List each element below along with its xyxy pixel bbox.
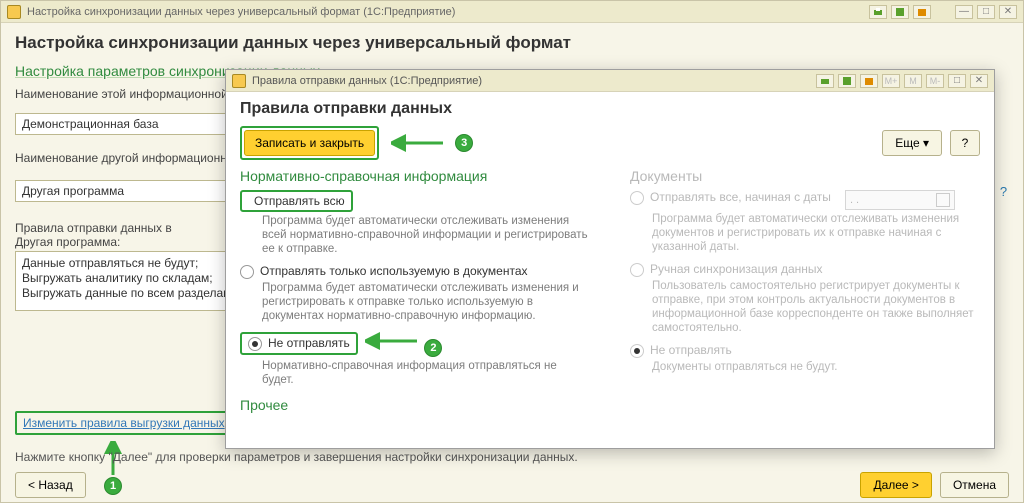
opt-manual: Ручная синхронизация данных	[630, 262, 980, 277]
opt-not-send-label: Не отправлять	[268, 336, 350, 350]
next-button[interactable]: Далее >	[860, 472, 932, 498]
radio-send-used[interactable]	[240, 265, 254, 279]
footer: Нажмите кнопку "Далее" для проверки пара…	[1, 444, 1023, 502]
modal-window-title: Правила отправки данных (1С:Предприятие)	[252, 75, 482, 87]
opt-docs-not-send: Не отправлять	[630, 343, 980, 358]
modal-titlebar: Правила отправки данных (1С:Предприятие)…	[226, 70, 994, 92]
minimize-button[interactable]: —	[955, 5, 973, 19]
annotation-arrow-3	[391, 133, 447, 153]
opt-send-all-highlight: Отправлять всю	[240, 190, 353, 212]
desc-docs-not-send: Документы отправляться не будут.	[652, 360, 980, 374]
annotation-arrow-2	[365, 331, 421, 351]
maximize-button[interactable]: □	[977, 5, 995, 19]
opt-manual-label: Ручная синхронизация данных	[650, 262, 823, 276]
radio-not-send[interactable]	[248, 337, 262, 351]
calendar-icon[interactable]	[913, 5, 931, 19]
radio-manual	[630, 263, 644, 277]
desc-from-date: Программа будет автоматически отслеживат…	[652, 212, 980, 254]
nsi-heading: Нормативно-справочная информация	[240, 168, 590, 184]
modal-print-icon[interactable]	[816, 74, 834, 88]
opt-docs-not-send-label: Не отправлять	[650, 343, 732, 357]
more-button-label: Еще	[895, 136, 919, 150]
date-input: . .	[845, 190, 955, 210]
main-titlebar: Настройка синхронизации данных через уни…	[1, 1, 1023, 23]
radio-docs-not-send	[630, 344, 644, 358]
right-col: Документы Отправлять все, начиная с даты…	[630, 168, 980, 413]
modal-calendar-icon[interactable]	[860, 74, 878, 88]
desc-send-all: Программа будет автоматически отслеживат…	[262, 214, 590, 256]
docs-heading: Документы	[630, 168, 980, 184]
date-placeholder: . .	[850, 194, 859, 206]
desc-send-used: Программа будет автоматически отслеживат…	[262, 281, 590, 323]
desc-not-send: Нормативно-справочная информация отправл…	[262, 359, 590, 387]
opt-from-date-label: Отправлять все, начиная с даты	[650, 190, 831, 204]
opt-not-send-highlight: Не отправлять	[240, 332, 358, 355]
page-title: Настройка синхронизации данных через уни…	[15, 33, 1009, 53]
footer-hint: Нажмите кнопку "Далее" для проверки пара…	[15, 450, 1009, 464]
modal-body: Правила отправки данных Записать и закры…	[226, 92, 994, 421]
m-m-icon[interactable]: M	[904, 74, 922, 88]
calendar-picker-icon	[936, 193, 950, 207]
change-rules-link-text: Изменить правила выгрузки данных	[23, 416, 225, 430]
more-button[interactable]: Еще ▾	[882, 130, 942, 156]
desc-manual: Пользователь самостоятельно регистрирует…	[652, 279, 980, 335]
back-button[interactable]: < Назад	[15, 472, 86, 498]
opt-send-used[interactable]: Отправлять только используемую в докумен…	[240, 264, 590, 279]
main-window-title: Настройка синхронизации данных через уни…	[27, 6, 455, 18]
radio-from-date	[630, 191, 644, 205]
app-icon	[7, 5, 21, 19]
print-icon[interactable]	[869, 5, 887, 19]
modal-title: Правила отправки данных	[240, 100, 980, 118]
modal-calc-icon[interactable]	[838, 74, 856, 88]
titlebar-controls: — □ ✕	[869, 5, 1017, 19]
annotation-badge-2: 2	[424, 339, 442, 357]
other-heading: Прочее	[240, 397, 590, 413]
save-button-highlight: Записать и закрыть	[240, 126, 379, 160]
modal-close-button[interactable]: ✕	[970, 74, 988, 88]
m-plus-icon[interactable]: M+	[882, 74, 900, 88]
m-minus-icon[interactable]: M-	[926, 74, 944, 88]
app-window: Настройка синхронизации данных через уни…	[0, 0, 1024, 503]
opt-send-used-label: Отправлять только используемую в докумен…	[260, 264, 528, 278]
change-rules-link[interactable]: Изменить правила выгрузки данных	[15, 411, 233, 435]
help-icon[interactable]: ?	[1000, 184, 1007, 199]
save-and-close-button[interactable]: Записать и закрыть	[244, 130, 375, 156]
opt-send-from-date: Отправлять все, начиная с даты . .	[630, 190, 980, 210]
left-col: Нормативно-справочная информация Отправл…	[240, 168, 590, 413]
modal-app-icon	[232, 74, 246, 88]
cancel-button[interactable]: Отмена	[940, 472, 1009, 498]
modal-restore-button[interactable]: □	[948, 74, 966, 88]
modal-window: Правила отправки данных (1С:Предприятие)…	[225, 69, 995, 449]
opt-send-all-label: Отправлять всю	[254, 194, 345, 208]
annotation-badge-3: 3	[455, 134, 473, 152]
close-button[interactable]: ✕	[999, 5, 1017, 19]
calc-icon[interactable]	[891, 5, 909, 19]
modal-help-button[interactable]: ?	[950, 130, 980, 156]
